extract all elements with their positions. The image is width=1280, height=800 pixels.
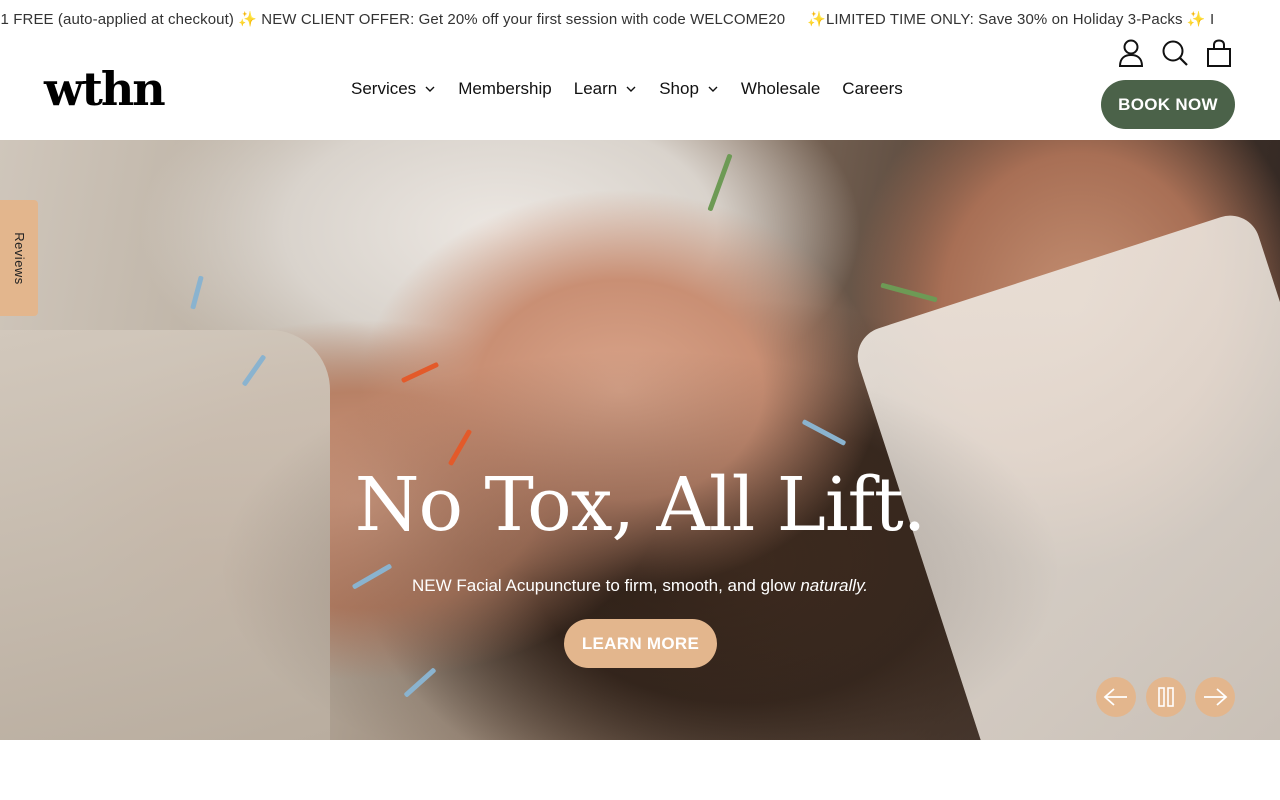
announcement-text: ✨LIMITED TIME ONLY: Save 30% on Holiday … [807, 11, 1215, 28]
reviews-tab-label: Reviews [11, 231, 27, 285]
prev-slide-button[interactable] [1096, 677, 1136, 717]
announcement-bar: t 1 FREE (auto-applied at checkout) ✨ NE… [0, 0, 1280, 38]
nav-item-label: Learn [573, 79, 618, 98]
nav-item-label: Membership [458, 79, 552, 98]
reviews-tab[interactable]: Reviews [0, 200, 38, 316]
chevron-down-icon [707, 83, 719, 95]
arrow-right-icon [1204, 688, 1228, 706]
nav-item-label: Wholesale [740, 79, 821, 98]
next-slide-button[interactable] [1195, 677, 1235, 717]
chevron-down-icon [625, 83, 637, 95]
cart-icon[interactable] [1204, 38, 1234, 68]
nav-item-services[interactable]: Services [351, 79, 436, 99]
announcement-track: t 1 FREE (auto-applied at checkout) ✨ NE… [0, 10, 1236, 28]
nav-item-learn[interactable]: Learn [574, 79, 637, 99]
nav-item-label: Services [351, 79, 417, 98]
arrow-left-icon [1103, 688, 1127, 706]
nav-item-shop[interactable]: Shop [659, 79, 719, 99]
announcement-text: t 1 FREE (auto-applied at checkout) ✨ NE… [0, 11, 786, 28]
main-nav: Services Membership Learn Shop Wholesale… [351, 79, 925, 99]
hero-subtitle-emphasis: naturally. [800, 576, 869, 595]
pause-slideshow-button[interactable] [1146, 677, 1186, 717]
header-icons [1102, 38, 1234, 68]
hero-subtitle: NEW Facial Acupuncture to firm, smooth, … [0, 576, 1280, 596]
nav-item-label: Careers [842, 79, 903, 98]
nav-item-label: Shop [659, 79, 699, 98]
account-icon[interactable] [1116, 38, 1146, 68]
learn-more-button[interactable]: LEARN MORE [564, 619, 717, 668]
nav-item-wholesale[interactable]: Wholesale [741, 79, 820, 99]
hero-title: No Tox, All Lift. [354, 462, 927, 548]
chevron-down-icon [424, 83, 436, 95]
nav-item-careers[interactable]: Careers [842, 79, 902, 99]
book-now-button[interactable]: BOOK NOW [1101, 80, 1235, 129]
site-header: wthn Services Membership Learn Shop Whol… [0, 38, 1280, 140]
hero-subtitle-text: NEW Facial Acupuncture to firm, smooth, … [411, 576, 796, 595]
pause-icon [1158, 687, 1174, 707]
logo[interactable]: wthn [44, 66, 166, 112]
search-icon[interactable] [1160, 38, 1190, 68]
nav-item-membership[interactable]: Membership [458, 79, 552, 99]
